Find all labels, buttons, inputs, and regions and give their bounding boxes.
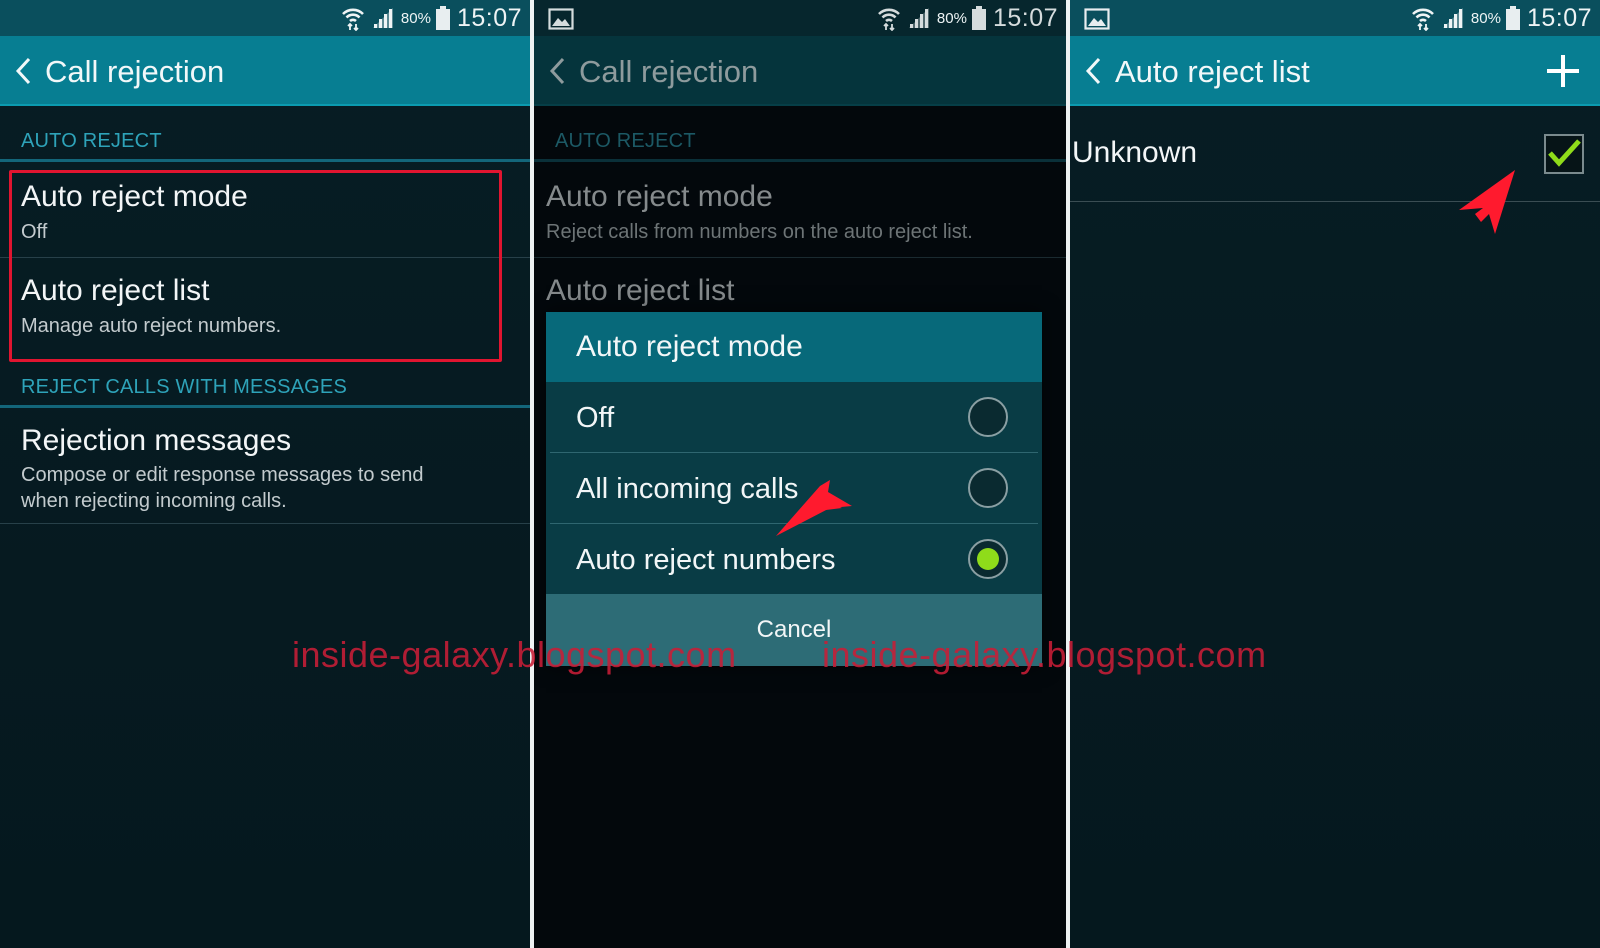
- action-bar: Call rejection: [0, 36, 530, 106]
- section-header-label: REJECT CALLS WITH MESSAGES: [21, 376, 348, 398]
- section-header-auto-reject: AUTO REJECT: [534, 106, 1066, 162]
- list-item-title: Auto reject mode: [546, 180, 773, 213]
- radio-selected-dot: [977, 548, 999, 570]
- list-item-label: Unknown: [1072, 136, 1198, 169]
- chevron-left-icon: [15, 57, 31, 85]
- annotation-arrow-icon: [776, 480, 852, 536]
- gallery-icon: [548, 8, 574, 30]
- back-button[interactable]: [8, 52, 38, 90]
- action-bar: Call rejection: [534, 36, 1066, 106]
- page-title: Call rejection: [579, 54, 759, 89]
- radio-button[interactable]: [968, 397, 1008, 437]
- status-bar: 80% 15:07: [534, 0, 1066, 36]
- watermark: inside-galaxy.blogspot.com: [822, 634, 1267, 675]
- radio-button-selected[interactable]: [968, 539, 1008, 579]
- annotation-highlight-box: [9, 170, 502, 362]
- list-item-summary: Reject calls from numbers on the auto re…: [546, 221, 973, 243]
- list-item-auto-reject-mode[interactable]: Auto reject mode Reject calls from numbe…: [534, 162, 1066, 258]
- clock: 15:07: [992, 3, 1058, 32]
- panel-auto-reject-list: 80% 15:07 Auto reject list Unknown: [1070, 0, 1600, 948]
- page-title: Auto reject list: [1115, 54, 1310, 89]
- signal-icon: [372, 8, 393, 28]
- status-bar: 80% 15:07: [1070, 0, 1600, 36]
- list-item-summary-line-1: Compose or edit response messages to sen…: [21, 464, 424, 486]
- clock: 15:07: [456, 3, 522, 32]
- battery-percent: 80%: [1470, 9, 1501, 27]
- section-header-label: AUTO REJECT: [21, 130, 162, 152]
- battery-percent: 80%: [400, 9, 431, 27]
- option-label: Off: [576, 402, 615, 434]
- wifi-icon: [1411, 8, 1434, 31]
- wifi-icon: [877, 8, 900, 31]
- list-item-rejection-messages[interactable]: Rejection messages Compose or edit respo…: [0, 408, 530, 524]
- checkbox-unknown[interactable]: [1544, 134, 1584, 174]
- section-header-auto-reject: AUTO REJECT: [0, 106, 530, 162]
- section-header-label: AUTO REJECT: [555, 130, 696, 152]
- add-button[interactable]: [1544, 52, 1582, 90]
- chevron-left-icon: [1085, 57, 1101, 85]
- panel-call-rejection: 80% 15:07 Call rejection AUTO REJECT Aut…: [0, 0, 530, 948]
- back-button[interactable]: [542, 52, 572, 90]
- dialog-title: Auto reject mode: [576, 330, 803, 363]
- panel-call-rejection-dialog: 80% 15:07 Call rejection AUTO REJECT Aut…: [534, 0, 1066, 948]
- section-header-reject-with-messages: REJECT CALLS WITH MESSAGES: [0, 352, 530, 408]
- annotation-arrow-icon: [1459, 170, 1515, 234]
- page-title: Call rejection: [45, 54, 225, 89]
- watermark: inside-galaxy.blogspot.com: [292, 634, 737, 675]
- list-item-title: Rejection messages: [21, 424, 292, 457]
- option-label: Auto reject numbers: [576, 544, 836, 576]
- battery-icon: [971, 6, 986, 30]
- signal-icon: [1442, 8, 1463, 28]
- dialog-option-off[interactable]: Off: [550, 382, 1038, 453]
- dialog-title-bar: Auto reject mode: [546, 312, 1042, 382]
- action-bar: Auto reject list: [1070, 36, 1600, 106]
- status-bar: 80% 15:07: [0, 0, 530, 36]
- gallery-icon: [1084, 8, 1110, 30]
- list-item-title: Auto reject list: [546, 274, 735, 307]
- battery-icon: [435, 6, 450, 30]
- clock: 15:07: [1526, 3, 1592, 32]
- plus-icon: [1547, 55, 1579, 87]
- option-label: All incoming calls: [576, 473, 799, 505]
- list-item-unknown[interactable]: Unknown: [1070, 106, 1600, 202]
- signal-icon: [908, 8, 929, 28]
- chevron-left-icon: [549, 57, 565, 85]
- back-button[interactable]: [1078, 52, 1108, 90]
- battery-icon: [1505, 6, 1520, 30]
- radio-button[interactable]: [968, 468, 1008, 508]
- battery-percent: 80%: [936, 9, 967, 27]
- list-item-summary-line-2: when rejecting incoming calls.: [21, 490, 287, 512]
- wifi-icon: [341, 8, 364, 31]
- checkmark-icon: [1548, 139, 1581, 167]
